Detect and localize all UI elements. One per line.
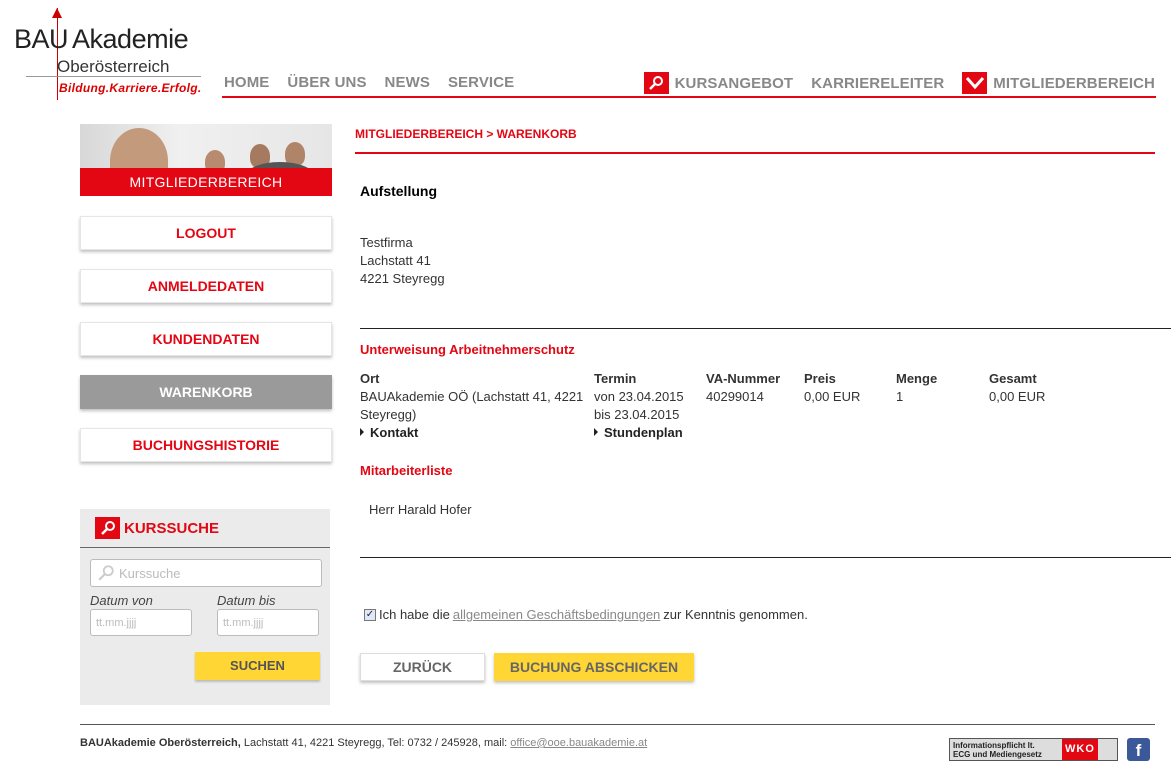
nav-kursangebot[interactable]: KURSANGEBOT [643,72,794,94]
nav-ueber-uns[interactable]: ÜBER UNS [287,74,366,91]
menge-value: 1 [896,389,904,404]
member-banner: MITGLIEDERBEREICH [80,124,332,196]
breadcrumb-divider [355,152,1155,154]
logo-akademie: Akademie [72,24,189,54]
nav-service[interactable]: SERVICE [448,74,514,91]
wko-text: Informationspflicht lt. ECG und Medienge… [950,741,1062,759]
header-preis: Preis [804,371,836,386]
agb-link[interactable]: allgemeinen Geschäftsbedingungen [453,607,660,622]
header-termin: Termin [594,371,637,386]
section-divider-bottom [360,557,1171,558]
nav-mitgliederbereich[interactable]: MITGLIEDERBEREICH [962,72,1155,94]
address-street: Lachstatt 41 [360,253,431,268]
header-menge: Menge [896,371,938,386]
termin-von: von 23.04.2015 [594,389,684,404]
col-preis: Preis 0,00 EUR [804,370,860,406]
footer-divider [80,724,1155,725]
logo-region: Oberösterreich [57,57,170,76]
termin-bis: bis 23.04.2015 [594,407,680,422]
search-icon [643,72,669,94]
course-search-box: KURSSUCHE Kurssuche Datum von Datum bis … [80,509,330,705]
footer-org: BAUAkademie Oberösterreich, [80,737,241,749]
list-item: Herr Harald Hofer [369,502,472,517]
agb-row: ✓ Ich habe die allgemeinen Geschäftsbedi… [364,607,808,622]
col-ort: Ort BAUAkademie OÖ (Lachstatt 41, 4221 S… [360,370,585,442]
sidebar-item-kundendaten[interactable]: KUNDENDATEN [80,322,332,356]
facebook-icon[interactable]: f [1127,738,1150,761]
header-divider [222,96,1156,98]
search-icon [95,517,120,539]
datum-bis-input[interactable]: tt.mm.jjjj [217,609,319,636]
section-divider-top [360,328,1171,329]
banner-label: MITGLIEDERBEREICH [80,168,332,196]
search-button[interactable]: SUCHEN [195,652,320,680]
wko-badge[interactable]: Informationspflicht lt. ECG und Medienge… [949,738,1118,761]
breadcrumb: MITGLIEDERBEREICH > WARENKORB [355,127,577,141]
col-menge: Menge 1 [896,370,937,406]
nav-karriereleiter-label: KARRIERELEITER [811,74,945,92]
agb-suffix: zur Kenntnis genommen. [663,607,808,622]
page-title: Aufstellung [360,183,437,199]
col-va: VA-Nummer 40299014 [706,370,780,406]
wko-text-line1: Informationspflicht lt. [953,740,1035,750]
kontakt-toggle[interactable]: Kontakt [360,424,585,442]
course-title: Unterweisung Arbeitnehmerschutz [360,342,575,357]
agb-checkbox[interactable]: ✓ [364,608,376,621]
course-search-input[interactable]: Kurssuche [90,559,322,587]
datum-von-input[interactable]: tt.mm.jjjj [90,609,192,636]
footer-address: Lachstatt 41, 4221 Steyregg, Tel: 0732 /… [243,737,508,749]
right-nav: KURSANGEBOT KARRIERELEITER MITGLIEDERBER… [634,72,1155,94]
preis-value: 0,00 EUR [804,389,861,404]
nav-kursangebot-label: KURSANGEBOT [674,74,794,92]
footer-email-link[interactable]: office@ooe.bauakademie.at [510,737,647,749]
address-city: 4221 Steyregg [360,271,445,286]
header-va: VA-Nummer [706,371,781,386]
nav-karriereleiter[interactable]: KARRIERELEITER [811,75,944,92]
sidebar-item-buchungshistorie[interactable]: BUCHUNGSHISTORIE [80,428,332,462]
sidebar-item-anmeldedaten[interactable]: ANMELDEDATEN [80,269,332,303]
nav-home[interactable]: HOME [224,74,269,91]
ort-line1: BAUAkademie OÖ (Lachstatt 41, 4221 [360,389,584,404]
wko-text-line2: ECG und Mediengesetz [953,749,1042,759]
sidebar-item-warenkorb[interactable]: WARENKORB [80,375,332,409]
course-search-header: KURSSUCHE [95,517,219,539]
customer-address: Testfirma Lachstatt 41 4221 Steyregg [360,234,445,288]
header-gesamt: Gesamt [989,371,1037,386]
logo-claim: Bildung.Karriere.Erfolg. [59,81,202,95]
chevron-down-icon [962,72,988,94]
agb-prefix: Ich habe die [379,607,450,622]
search-input-icon [98,565,114,581]
logo-hline [26,76,201,77]
address-company: Testfirma [360,235,413,250]
sidebar-item-logout[interactable]: LOGOUT [80,216,332,250]
wko-logo: WKO [1062,739,1098,760]
nav-mitgliederbereich-label: MITGLIEDERBEREICH [993,74,1155,92]
va-value: 40299014 [706,389,764,404]
back-button[interactable]: ZURÜCK [360,653,485,681]
main-nav: HOME ÜBER UNS NEWS SERVICE [224,74,514,91]
nav-news[interactable]: NEWS [385,74,430,91]
course-search-divider [80,547,330,548]
mitarbeiter-title: Mitarbeiterliste [360,463,453,478]
col-termin: Termin von 23.04.2015 bis 23.04.2015 Stu… [594,370,704,442]
submit-booking-button[interactable]: BUCHUNG ABSCHICKEN [494,653,694,681]
course-search-title: KURSSUCHE [124,519,220,537]
gesamt-value: 0,00 EUR [989,389,1046,404]
footer-text: BAUAkademie Oberösterreich, Lachstatt 41… [80,737,647,749]
col-gesamt: Gesamt 0,00 EUR [989,370,1045,406]
datum-bis-label: Datum bis [217,593,276,608]
logo[interactable]: BAU Akademie Oberösterreich Bildung.Karri… [14,8,206,100]
course-search-placeholder: Kurssuche [119,565,181,581]
header-ort: Ort [360,371,380,386]
logo-bau: BAU [14,24,69,54]
datum-von-label: Datum von [90,593,153,608]
ort-line2: Steyregg) [360,407,417,422]
stundenplan-toggle[interactable]: Stundenplan [594,424,704,442]
